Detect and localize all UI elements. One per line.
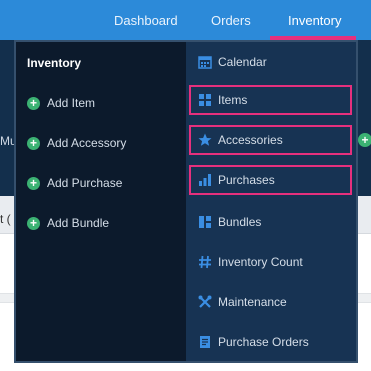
nav-inventory[interactable]: Inventory: [288, 13, 341, 28]
add-bundle-label: Add Bundle: [47, 216, 110, 230]
background-add-button[interactable]: +: [358, 133, 371, 147]
bundle-icon: [198, 215, 212, 229]
bar-chart-icon: [198, 173, 212, 187]
star-icon: [198, 133, 212, 147]
bundles-label: Bundles: [218, 215, 262, 229]
background-partial-text-2: t (: [0, 212, 11, 226]
plus-circle-icon: +: [27, 136, 40, 150]
menu-item-purchases[interactable]: Purchases: [189, 165, 352, 195]
document-icon: [198, 335, 212, 349]
plus-circle-icon: +: [27, 96, 40, 110]
items-label: Items: [218, 93, 248, 107]
menu-item-bundles[interactable]: Bundles: [189, 207, 352, 237]
accessories-label: Accessories: [218, 133, 283, 147]
add-accessory-label: Add Accessory: [47, 136, 127, 150]
menu-item-purchase-orders[interactable]: Purchase Orders: [189, 327, 352, 357]
menu-item-inventory-count[interactable]: Inventory Count: [189, 247, 352, 277]
dropdown-heading: Inventory: [27, 56, 82, 70]
plus-circle-icon: +: [27, 216, 40, 230]
plus-circle-icon: +: [27, 176, 40, 190]
maintenance-label: Maintenance: [218, 295, 287, 309]
add-purchase-label: Add Purchase: [47, 176, 123, 190]
add-purchase-link[interactable]: + Add Purchase: [27, 173, 122, 193]
menu-item-maintenance[interactable]: Maintenance: [189, 287, 352, 317]
inventory-count-label: Inventory Count: [218, 255, 303, 269]
add-item-link[interactable]: + Add Item: [27, 93, 95, 113]
menu-item-calendar[interactable]: Calendar: [189, 47, 352, 77]
hash-icon: [198, 255, 212, 269]
calendar-icon: [198, 55, 212, 69]
add-item-label: Add Item: [47, 96, 96, 110]
calendar-label: Calendar: [218, 55, 267, 69]
add-accessory-link[interactable]: + Add Accessory: [27, 133, 126, 153]
inventory-dropdown-menu: Inventory + Add Item + Add Accessory + A…: [14, 40, 358, 363]
grid-icon: [198, 93, 212, 107]
menu-item-items[interactable]: Items: [189, 85, 352, 115]
purchases-label: Purchases: [218, 173, 275, 187]
top-navigation: Dashboard Orders Inventory: [0, 0, 371, 40]
nav-orders[interactable]: Orders: [211, 13, 251, 28]
nav-dashboard[interactable]: Dashboard: [114, 13, 178, 28]
dropdown-pages-column: Calendar Items Accessories Purchases Bun: [186, 42, 356, 361]
tools-icon: [198, 295, 212, 309]
add-bundle-link[interactable]: + Add Bundle: [27, 213, 109, 233]
purchase-orders-label: Purchase Orders: [218, 335, 309, 349]
dropdown-actions-column: Inventory + Add Item + Add Accessory + A…: [16, 42, 186, 361]
menu-item-accessories[interactable]: Accessories: [189, 125, 352, 155]
